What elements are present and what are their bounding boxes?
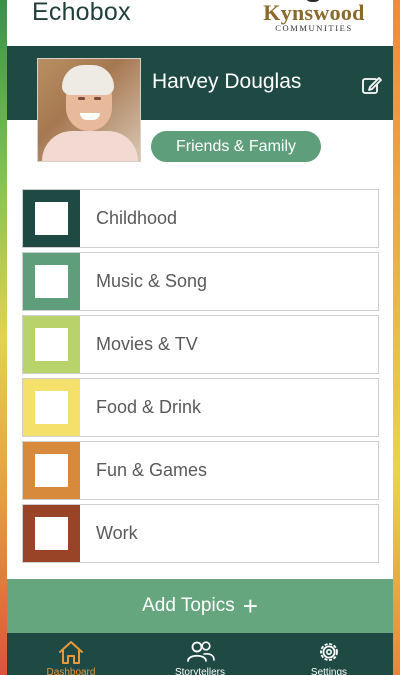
topic-item[interactable]: Food & Drink: [22, 378, 379, 437]
topic-swatch: [23, 379, 80, 436]
bottom-tab-bar: Dashboard Storytellers Settings: [7, 633, 393, 675]
topic-list: Childhood Music & Song Movies & TV Food …: [22, 189, 379, 567]
topic-item[interactable]: Movies & TV: [22, 315, 379, 374]
app-title: Echobox: [32, 0, 131, 26]
profile-name: Harvey Douglas: [152, 70, 302, 93]
plus-icon: +: [242, 591, 258, 621]
tab-label: Dashboard: [46, 667, 96, 675]
topic-label: Childhood: [96, 208, 178, 228]
topic-checkbox[interactable]: [35, 265, 68, 298]
home-icon: [59, 641, 83, 664]
topic-checkbox[interactable]: [35, 391, 68, 424]
tab-label: Settings: [310, 667, 348, 675]
tab-label: Storytellers: [174, 667, 225, 675]
topic-label: Music & Song: [96, 271, 208, 291]
topic-swatch: [23, 190, 80, 247]
people-icon: [187, 641, 215, 662]
topic-swatch: [23, 505, 80, 562]
topic-label: Fun & Games: [96, 460, 208, 480]
topic-checkbox[interactable]: [35, 328, 68, 361]
app-header: Echobox Kynswood COMMUNITIES: [7, 0, 393, 46]
group-badge[interactable]: Friends & Family: [151, 131, 321, 162]
topic-swatch: [23, 442, 80, 499]
brand-logo: Kynswood COMMUNITIES: [249, 0, 379, 36]
topic-item[interactable]: Fun & Games: [22, 441, 379, 500]
topic-item[interactable]: Childhood: [22, 189, 379, 248]
topic-checkbox[interactable]: [35, 454, 68, 487]
topic-swatch: [23, 253, 80, 310]
decorative-edge: [393, 0, 400, 675]
edit-icon: [362, 77, 382, 94]
add-topics-label: Add Topics: [142, 595, 235, 616]
topic-label: Movies & TV: [96, 334, 198, 354]
add-topics-button[interactable]: Add Topics +: [7, 579, 393, 633]
topic-item[interactable]: Music & Song: [22, 252, 379, 311]
tab-dashboard[interactable]: Dashboard: [7, 633, 135, 675]
topic-swatch: [23, 316, 80, 373]
topic-label: Work: [96, 523, 138, 543]
topic-item[interactable]: Work: [22, 504, 379, 563]
tab-settings[interactable]: Settings: [265, 633, 393, 675]
brand-subtitle: COMMUNITIES: [275, 23, 353, 33]
app-screen: Echobox Kynswood COMMUNITIES Harvey Doug…: [7, 0, 393, 675]
topic-checkbox[interactable]: [35, 517, 68, 550]
topic-label: Food & Drink: [96, 397, 202, 417]
tab-storytellers[interactable]: Storytellers: [136, 633, 264, 675]
avatar: [37, 58, 141, 162]
gear-icon: [320, 643, 338, 661]
edit-profile-button[interactable]: [361, 74, 383, 96]
topic-checkbox[interactable]: [35, 202, 68, 235]
